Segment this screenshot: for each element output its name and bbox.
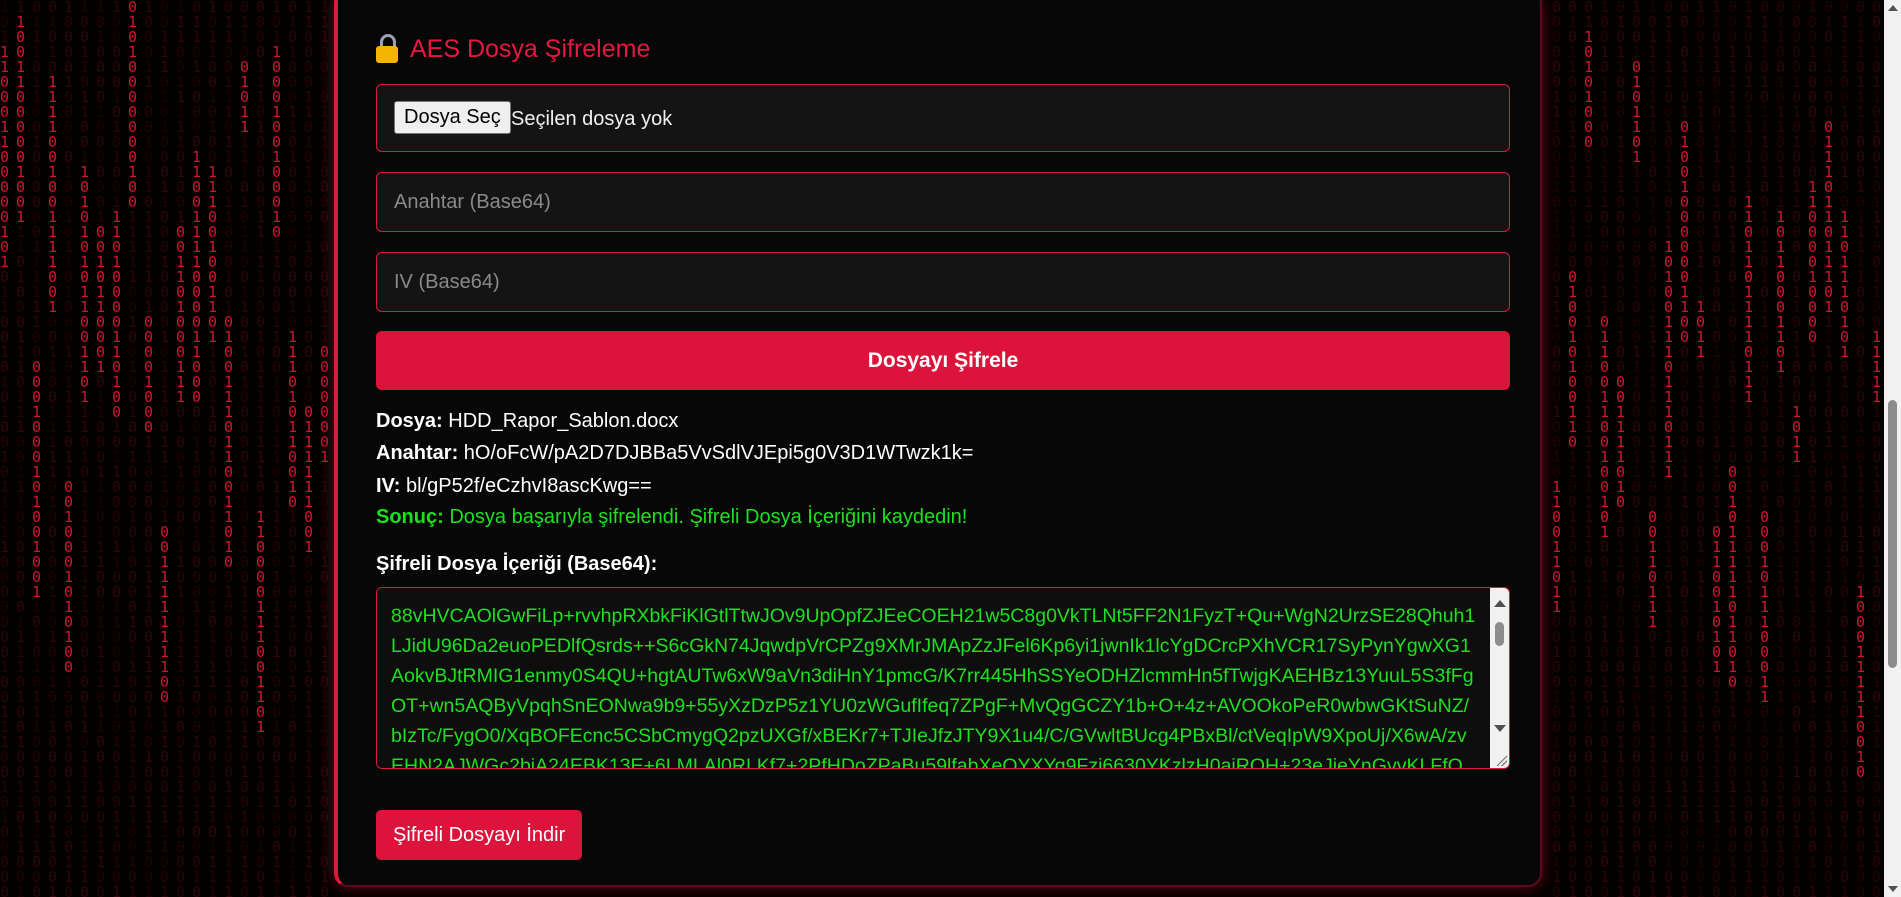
page-scroll-up-icon[interactable] bbox=[1888, 5, 1898, 11]
encrypt-file-button[interactable]: Dosyayı Şifrele bbox=[376, 331, 1510, 390]
panel-title: AES Dosya Şifreleme bbox=[376, 34, 650, 64]
result-key-label: Anahtar: bbox=[376, 442, 459, 464]
download-encrypted-file-button[interactable]: Şifreli Dosyayı İndir bbox=[376, 810, 583, 860]
result-iv-value: bl/gP52f/eCzhvI8ascKwg== bbox=[406, 475, 652, 497]
result-status-line: Sonuç: Dosya başarıyla şifrelendi. Şifre… bbox=[376, 506, 967, 529]
encrypted-content-label: Şifreli Dosya İçeriği (Base64): bbox=[376, 553, 658, 575]
result-iv-label: IV: bbox=[376, 475, 401, 497]
encrypted-content-textarea[interactable]: 88vHVCAOlGwFiLp+rvvhpRXbkFiKlGtlTtwJOv9U… bbox=[376, 587, 1510, 769]
result-status-value: Dosya başarıyla şifrelendi. Şifreli Dosy… bbox=[449, 506, 968, 528]
encryption-panel: AES Dosya Şifreleme Dosya Seç Seçilen do… bbox=[334, 0, 1542, 887]
page-scroll-thumb[interactable] bbox=[1888, 400, 1897, 668]
result-iv-line: IV: bl/gP52f/eCzhvI8ascKwg== bbox=[376, 475, 652, 498]
result-key-value: hO/oFcW/pA2D7DJBBa5VvSdlVJEpi5g0V3D1WTwz… bbox=[463, 442, 974, 464]
resize-grip-icon[interactable] bbox=[1495, 754, 1507, 766]
textarea-scroll-thumb[interactable] bbox=[1495, 622, 1504, 646]
encrypted-content-text[interactable]: 88vHVCAOlGwFiLp+rvvhpRXbkFiKlGtlTtwJOv9U… bbox=[391, 601, 1477, 768]
result-key-line: Anahtar: hO/oFcW/pA2D7DJBBa5VvSdlVJEpi5g… bbox=[376, 442, 973, 465]
choose-file-button[interactable]: Dosya Seç bbox=[394, 101, 511, 134]
file-input[interactable]: Dosya Seç Seçilen dosya yok bbox=[376, 84, 1510, 152]
key-input[interactable] bbox=[376, 172, 1510, 232]
scroll-up-arrow-icon[interactable] bbox=[1494, 600, 1506, 607]
result-file-value: HDD_Rapor_Sablon.docx bbox=[448, 410, 679, 432]
textarea-scrollbar[interactable] bbox=[1490, 588, 1509, 768]
page-scrollbar[interactable] bbox=[1884, 0, 1901, 897]
result-file-label: Dosya: bbox=[376, 410, 443, 432]
file-status-text: Seçilen dosya yok bbox=[511, 108, 673, 130]
scroll-down-arrow-icon[interactable] bbox=[1494, 725, 1506, 732]
result-file-line: Dosya: HDD_Rapor_Sablon.docx bbox=[376, 410, 678, 433]
result-status-label: Sonuç: bbox=[376, 506, 444, 528]
iv-input[interactable] bbox=[376, 252, 1510, 312]
lock-icon bbox=[376, 34, 398, 64]
page-scroll-down-icon[interactable] bbox=[1888, 886, 1898, 892]
panel-title-text: AES Dosya Şifreleme bbox=[410, 34, 651, 63]
